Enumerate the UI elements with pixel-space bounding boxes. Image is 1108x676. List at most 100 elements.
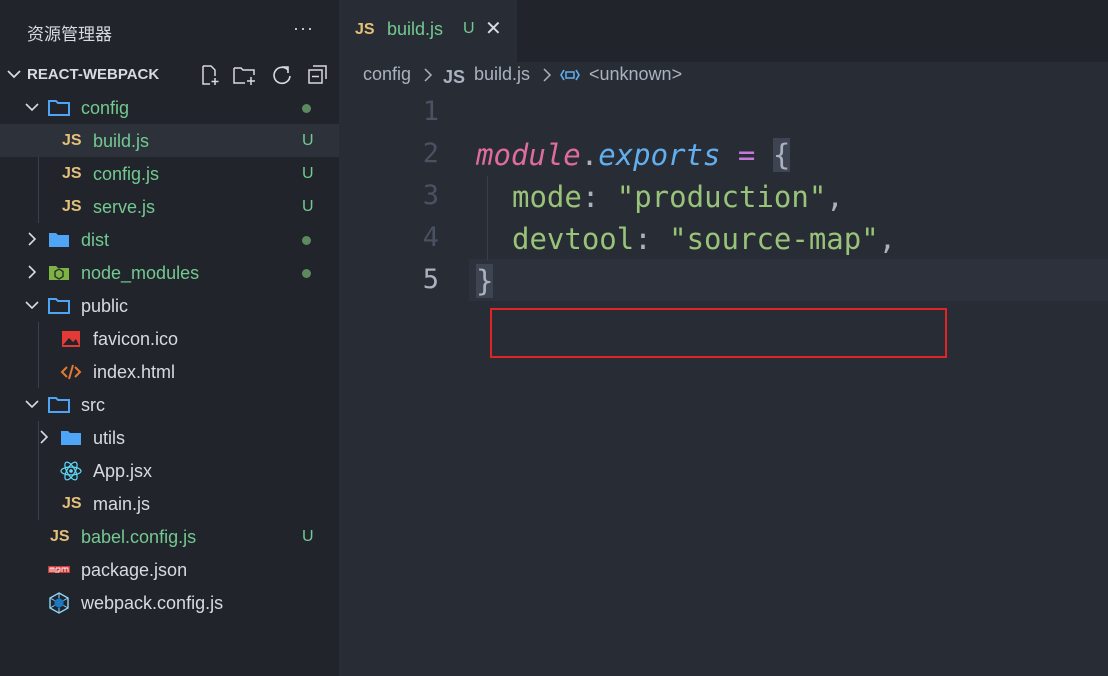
chevron-right-icon <box>28 265 37 279</box>
modified-dot <box>302 269 311 278</box>
token-string: "production" <box>616 180 827 214</box>
symbol-icon <box>560 69 580 81</box>
tree-label: main.js <box>93 494 151 514</box>
token-string: "source-map" <box>669 222 879 256</box>
tree-file-babel-config[interactable]: JS babel.config.js U <box>0 520 339 553</box>
breadcrumb-file[interactable]: build.js <box>474 64 530 85</box>
breadcrumb-symbol[interactable]: <unknown> <box>589 64 682 85</box>
breadcrumb-folder[interactable]: config <box>363 64 411 85</box>
code-line: } <box>476 260 494 302</box>
js-file-icon: JS <box>443 67 466 87</box>
line-number: 1 <box>422 96 439 127</box>
code-line: module.exports = { <box>476 134 791 176</box>
tree-folder-public[interactable]: public <box>0 289 339 322</box>
js-file-icon: JS <box>62 198 82 215</box>
node-folder-icon <box>49 266 69 280</box>
html-file-icon <box>60 364 82 380</box>
more-actions-icon[interactable]: ··· <box>293 18 314 39</box>
token-punctuation: , <box>826 180 844 214</box>
token-key: devtool <box>512 222 635 256</box>
token-keyword: module <box>476 138 581 172</box>
tree-label: serve.js <box>93 197 156 217</box>
chevron-right-icon <box>28 232 37 246</box>
folder-open-icon <box>48 100 70 116</box>
folder-icon <box>49 233 69 247</box>
tree-label: dist <box>81 230 110 250</box>
tab-label: build.js <box>387 19 444 39</box>
tree-label: App.jsx <box>93 461 153 481</box>
tree-file-main-js[interactable]: JS main.js <box>0 487 339 520</box>
indent-guide <box>487 176 488 260</box>
explorer-title: 资源管理器 <box>27 25 112 44</box>
untracked-badge: U <box>302 165 314 182</box>
chevron-down-icon <box>25 301 39 310</box>
tab-build-js[interactable]: JS build.js U ✕ <box>339 0 517 62</box>
tree-folder-node-modules[interactable]: node_modules <box>0 256 339 289</box>
current-line-highlight <box>469 259 1108 301</box>
untracked-badge: U <box>302 198 314 215</box>
js-file-icon: JS <box>62 495 82 512</box>
line-number: 5 <box>422 264 439 295</box>
tab-strip: JS build.js U ✕ <box>339 0 1108 62</box>
tree-label: package.json <box>81 560 188 580</box>
token-property: exports <box>598 138 721 172</box>
tree-file-serve-js[interactable]: JS serve.js U <box>0 190 339 223</box>
tree-folder-utils[interactable]: utils <box>0 421 339 454</box>
tree-file-package-json[interactable]: package.json <box>0 553 339 586</box>
token-punctuation: . <box>580 138 599 172</box>
npm-icon <box>48 566 70 573</box>
tree-file-build-js[interactable]: JS build.js U <box>0 124 339 157</box>
tree-folder-src[interactable]: src <box>0 388 339 421</box>
code-line: devtool: "source-map", <box>512 218 896 260</box>
token-punctuation: , <box>878 222 897 256</box>
chevron-right-icon <box>424 68 433 82</box>
tree-folder-config[interactable]: config <box>0 91 339 124</box>
code-editor[interactable]: 1 2 3 4 5 module.exports = { mode: "prod… <box>339 92 1108 676</box>
project-name: REACT-WEBPACK <box>27 66 160 83</box>
tree-label: config <box>81 98 130 118</box>
explorer-sidebar: 资源管理器 ··· REACT-WEBPACK config JS build.… <box>0 0 339 676</box>
line-number: 2 <box>422 138 439 169</box>
folder-icon <box>61 431 81 445</box>
tree-folder-dist[interactable]: dist <box>0 223 339 256</box>
token-punctuation: : <box>634 222 670 256</box>
code-line: mode: "production", <box>512 176 844 218</box>
modified-dot <box>302 104 311 113</box>
webpack-icon <box>49 592 69 614</box>
tree-label: node_modules <box>81 263 200 283</box>
line-number: 4 <box>422 222 439 253</box>
tree-label: webpack.config.js <box>81 593 224 613</box>
tree-label: utils <box>93 428 126 448</box>
folder-open-icon <box>48 397 70 413</box>
line-number: 3 <box>422 180 439 211</box>
tree-label: index.html <box>93 362 176 382</box>
tree-file-config-js[interactable]: JS config.js U <box>0 157 339 190</box>
tree-label: favicon.ico <box>93 329 179 349</box>
tree-file-webpack-config[interactable]: webpack.config.js <box>0 586 339 619</box>
project-header[interactable]: REACT-WEBPACK <box>0 58 339 91</box>
new-file-icon[interactable] <box>198 63 222 87</box>
untracked-badge: U <box>302 132 314 149</box>
new-folder-icon[interactable] <box>232 63 256 87</box>
tree-label: build.js <box>93 131 150 151</box>
chevron-down-icon <box>25 400 39 409</box>
untracked-badge: U <box>463 20 475 37</box>
tree-file-favicon[interactable]: favicon.ico <box>0 322 339 355</box>
close-icon[interactable]: ✕ <box>485 18 502 40</box>
tree-file-index-html[interactable]: index.html <box>0 355 339 388</box>
tree-label: src <box>81 395 105 415</box>
editor-pane: JS build.js U ✕ config JS build.js <unkn… <box>339 0 1108 676</box>
breadcrumb: config JS build.js <unknown> <box>339 62 1108 90</box>
tree-label: public <box>81 296 129 316</box>
refresh-icon[interactable] <box>270 63 294 87</box>
token-brace: } <box>476 264 494 298</box>
tree-label: config.js <box>93 164 160 184</box>
js-file-icon: JS <box>355 21 375 38</box>
chevron-down-icon <box>7 70 21 79</box>
token-key: mode <box>512 180 582 214</box>
tree-file-app-jsx[interactable]: App.jsx <box>0 454 339 487</box>
annotation-highlight-box <box>490 308 947 358</box>
collapse-all-icon[interactable] <box>306 63 330 87</box>
modified-dot <box>302 236 311 245</box>
folder-open-icon <box>48 298 70 314</box>
